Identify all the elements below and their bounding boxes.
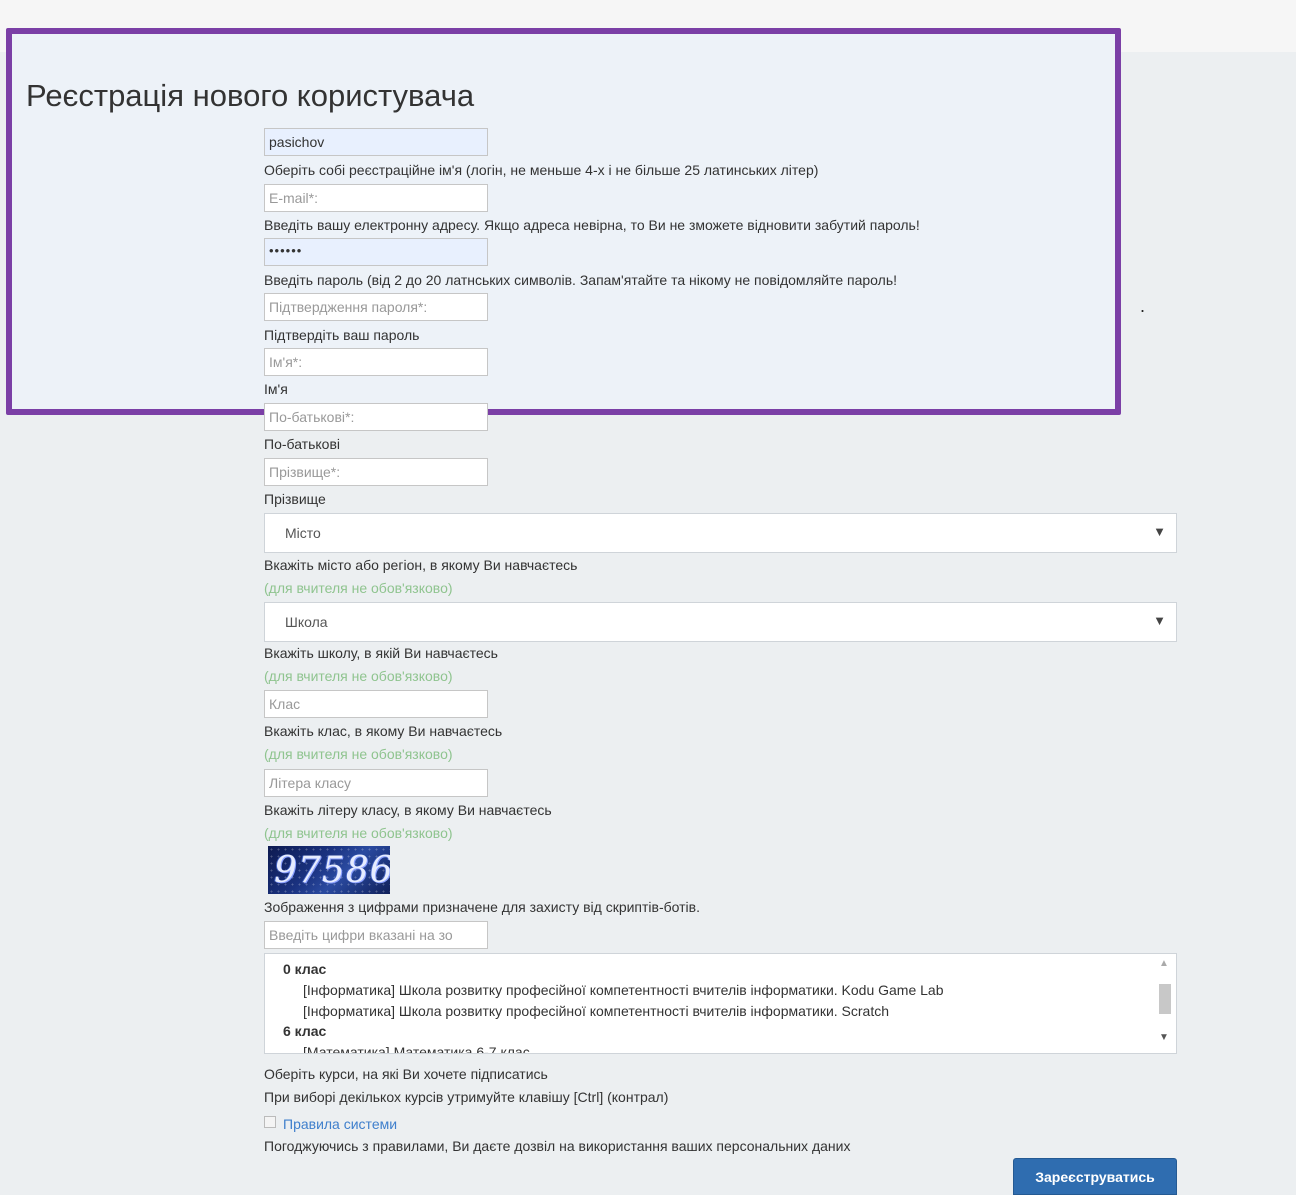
course-option[interactable]: [Інформатика] Школа розвитку професійної… [303,1003,889,1019]
register-button[interactable]: Зареєструватись [1013,1158,1177,1195]
surname-input[interactable] [264,458,488,486]
course-option[interactable]: [Математика] Математика 6-7 клас [303,1044,530,1053]
school-hint: Вкажіть школу, в якій Ви навчаєтесь [264,645,498,661]
captcha-hint: Зображення з цифрами призначене для захи… [264,899,700,915]
surname-hint: Прізвище [264,491,326,507]
stray-dot: . [1140,296,1146,316]
class-hint: Вкажіть клас, в якому Ви навчаєтесь [264,723,503,739]
city-hint: Вкажіть місто або регіон, в якому Ви нав… [264,557,578,573]
city-select-value: Місто [285,525,321,541]
city-optional-note: (для вчителя не обов'язково) [264,580,453,596]
school-optional-note: (для вчителя не обов'язково) [264,668,453,684]
rules-checkbox[interactable] [264,1116,276,1128]
consent-text: Погоджуючись з правилами, Ви даєте дозві… [264,1138,851,1154]
chevron-down-icon: ▼ [1153,613,1166,628]
city-select[interactable]: Місто ▼ [264,513,1177,553]
class-letter-hint: Вкажіть літеру класу, в якому Ви навчаєт… [264,802,552,818]
courses-ctrl-hint: При виборі декількох курсів утримуйте кл… [264,1089,669,1105]
patronymic-input[interactable] [264,403,488,431]
courses-hint: Оберіть курси, на які Ви хочете підписат… [264,1066,548,1082]
course-multiselect[interactable]: 0 клас [Інформатика] Школа розвитку проф… [264,953,1177,1054]
scroll-down-icon[interactable]: ▼ [1159,1032,1169,1043]
captcha-digits: 97586 [274,850,390,891]
class-letter-optional-note: (для вчителя не обов'язково) [264,825,453,841]
school-select-value: Школа [285,614,328,630]
course-list-scrollbar[interactable]: ▲ ▼ [1154,954,1176,1053]
scroll-up-icon[interactable]: ▲ [1159,958,1169,969]
course-option[interactable]: [Інформатика] Школа розвитку професійної… [303,982,944,998]
class-letter-input[interactable] [264,769,488,797]
rules-link[interactable]: Правила системи [283,1116,397,1132]
course-group-label: 0 клас [283,961,327,977]
class-optional-note: (для вчителя не обов'язково) [264,746,453,762]
school-select[interactable]: Школа ▼ [264,602,1177,642]
captcha-input[interactable] [264,921,488,949]
patronymic-hint: По-батькові [264,436,341,452]
course-group-label: 6 клас [283,1023,327,1039]
captcha-image: 97586 [268,846,390,894]
scroll-thumb[interactable] [1159,984,1171,1014]
chevron-down-icon: ▼ [1153,524,1166,539]
highlight-frame [6,28,1121,415]
class-input[interactable] [264,690,488,718]
